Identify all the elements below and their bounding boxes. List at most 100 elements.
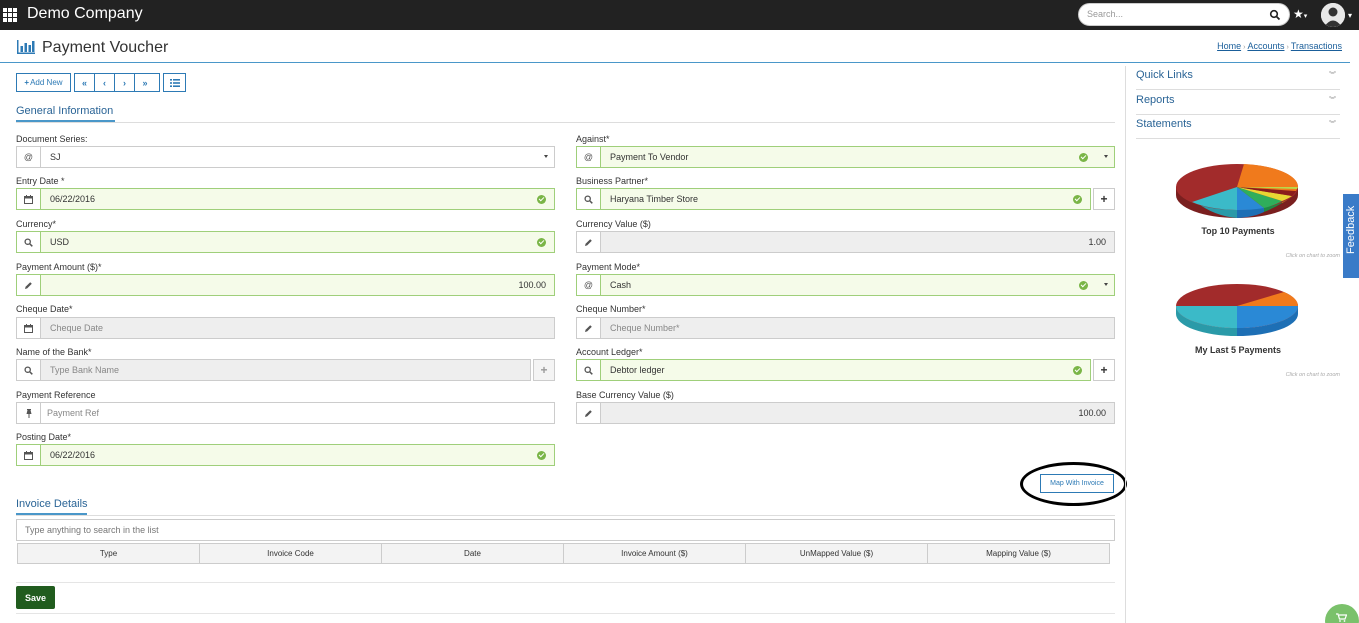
add-bank-button[interactable]: + xyxy=(533,359,555,381)
column-date[interactable]: Date xyxy=(382,544,564,563)
plus-icon: + xyxy=(24,78,30,87)
against-label: Against* xyxy=(576,134,610,144)
currency-label: Currency* xyxy=(16,219,57,229)
search-icon[interactable] xyxy=(577,189,601,209)
top-payments-chart-title: Top 10 Payments xyxy=(1201,226,1275,236)
search-icon[interactable] xyxy=(17,232,41,252)
valid-check-icon xyxy=(1079,281,1088,290)
global-search[interactable] xyxy=(1078,3,1290,26)
breadcrumb-accounts[interactable]: Accounts xyxy=(1247,41,1284,51)
pencil-icon xyxy=(577,318,601,338)
caret-down-icon xyxy=(544,155,548,158)
double-chevron-down-icon: ︾ xyxy=(1329,72,1336,79)
invoice-table-header: Type Invoice Code Date Invoice Amount ($… xyxy=(17,543,1110,564)
column-unmapped-value[interactable]: UnMapped Value ($) xyxy=(746,544,928,563)
record-navigation: « ‹ › » xyxy=(74,73,160,92)
valid-check-icon xyxy=(1073,195,1082,204)
entry-date-label: Entry Date * xyxy=(16,176,65,186)
business-partner-label: Business Partner* xyxy=(576,176,649,186)
caret-down-icon xyxy=(1104,283,1108,286)
against-select[interactable]: @ Payment To Vendor xyxy=(576,146,1115,168)
header-divider xyxy=(0,62,1350,63)
valid-check-icon xyxy=(1079,153,1088,162)
chevron-down-icon[interactable]: ▾ xyxy=(1348,11,1352,20)
general-information-heading[interactable]: General Information xyxy=(16,105,113,117)
invoice-search-input[interactable] xyxy=(17,520,1114,540)
add-new-button[interactable]: + Add New xyxy=(16,73,71,92)
divider xyxy=(16,582,1115,583)
valid-check-icon xyxy=(537,195,546,204)
cheque-date-field[interactable]: Cheque Date xyxy=(16,317,555,339)
next-record-button[interactable]: › xyxy=(115,74,135,91)
breadcrumb-home[interactable]: Home xyxy=(1217,41,1241,51)
document-series-select[interactable]: @ SJ xyxy=(16,146,555,168)
accordion-quick-links[interactable]: Quick Links ︾ xyxy=(1136,66,1340,90)
invoice-details-heading[interactable]: Invoice Details xyxy=(16,498,88,510)
search-icon xyxy=(17,360,41,380)
breadcrumb-transactions[interactable]: Transactions xyxy=(1291,41,1342,51)
payment-amount-field[interactable]: 100.00 xyxy=(16,274,555,296)
invoice-search[interactable] xyxy=(16,519,1115,541)
accordion-reports[interactable]: Reports ︾ xyxy=(1136,91,1340,115)
account-ledger-field[interactable]: Debtor ledger xyxy=(576,359,1091,381)
currency-field[interactable]: USD xyxy=(16,231,555,253)
account-ledger-label: Account Ledger* xyxy=(576,347,643,357)
base-currency-value-field: 100.00 xyxy=(576,402,1115,424)
double-chevron-left-icon: « xyxy=(81,77,87,88)
breadcrumb: Home › Accounts › Transactions xyxy=(1217,41,1342,51)
column-invoice-amount[interactable]: Invoice Amount ($) xyxy=(564,544,746,563)
payment-mode-select[interactable]: @ Cash xyxy=(576,274,1115,296)
search-icon[interactable] xyxy=(577,360,601,380)
favorites-star-icon[interactable]: ★▾ xyxy=(1293,7,1307,21)
user-avatar[interactable] xyxy=(1321,3,1345,27)
sidebar-divider xyxy=(1125,66,1126,623)
payment-reference-field[interactable]: Payment Ref xyxy=(16,402,555,424)
valid-check-icon xyxy=(1073,366,1082,375)
double-chevron-down-icon: ︾ xyxy=(1329,121,1336,128)
currency-value-field: 1.00 xyxy=(576,231,1115,253)
entry-date-field[interactable]: 06/22/2016 xyxy=(16,188,555,210)
company-name[interactable]: Demo Company xyxy=(27,5,143,23)
search-icon[interactable] xyxy=(1269,9,1281,21)
global-search-input[interactable] xyxy=(1087,9,1267,19)
base-currency-value-label: Base Currency Value ($) xyxy=(576,390,674,400)
apps-grid-icon[interactable] xyxy=(3,8,18,22)
chevron-left-icon: ‹ xyxy=(103,77,106,88)
add-account-ledger-button[interactable]: + xyxy=(1093,359,1115,381)
double-chevron-right-icon: » xyxy=(142,77,148,88)
currency-value-label: Currency Value ($) xyxy=(576,219,651,229)
column-type[interactable]: Type xyxy=(18,544,200,563)
bank-name-label: Name of the Bank* xyxy=(16,347,92,357)
top-payments-pie-chart[interactable] xyxy=(1174,158,1300,222)
accordion-statements[interactable]: Statements ︾ xyxy=(1136,115,1340,139)
last-payments-pie-chart[interactable] xyxy=(1174,278,1300,340)
section-divider xyxy=(16,122,1115,123)
calendar-icon[interactable] xyxy=(17,445,41,465)
last-record-button[interactable]: » xyxy=(135,74,155,91)
first-record-button[interactable]: « xyxy=(75,74,95,91)
section-divider xyxy=(16,515,1115,516)
cart-icon[interactable] xyxy=(1325,604,1359,623)
feedback-tab[interactable]: Feedback xyxy=(1343,194,1359,278)
calendar-icon[interactable] xyxy=(17,189,41,209)
column-invoice-code[interactable]: Invoice Code xyxy=(200,544,382,563)
save-button[interactable]: Save xyxy=(16,586,55,609)
posting-date-field[interactable]: 06/22/2016 xyxy=(16,444,555,466)
column-mapping-value[interactable]: Mapping Value ($) xyxy=(928,544,1109,563)
pencil-icon xyxy=(17,275,41,295)
previous-record-button[interactable]: ‹ xyxy=(95,74,115,91)
valid-check-icon xyxy=(537,451,546,460)
business-partner-field[interactable]: Haryana Timber Store xyxy=(576,188,1091,210)
bar-chart-icon xyxy=(17,40,35,54)
bank-name-field[interactable]: Type Bank Name xyxy=(16,359,531,381)
list-view-button[interactable] xyxy=(163,73,186,92)
payment-reference-label: Payment Reference xyxy=(16,390,96,400)
pin-icon xyxy=(17,403,41,423)
add-business-partner-button[interactable]: + xyxy=(1093,188,1115,210)
plus-icon: + xyxy=(1100,363,1108,377)
chart-zoom-hint: Click on chart to zoom xyxy=(1285,372,1340,378)
payment-mode-label: Payment Mode* xyxy=(576,262,641,272)
cheque-number-field[interactable]: Cheque Number* xyxy=(576,317,1115,339)
at-icon: @ xyxy=(577,275,601,295)
at-icon: @ xyxy=(577,147,601,167)
